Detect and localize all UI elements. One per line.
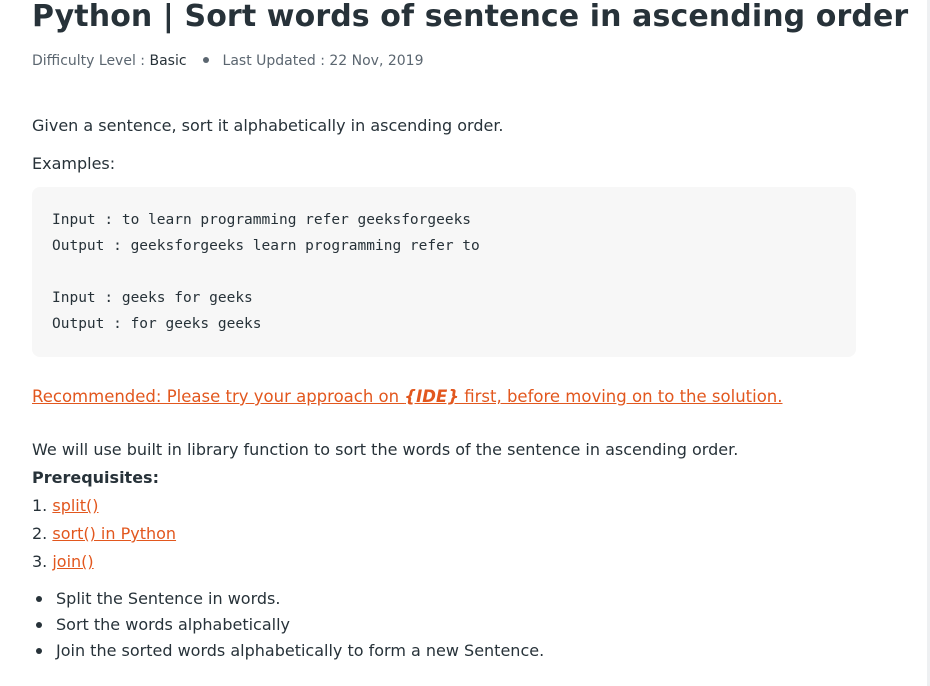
article-meta: Difficulty Level : Basic Last Updated : 2… — [32, 51, 424, 71]
updated-value: 22 Nov, 2019 — [329, 53, 424, 69]
step-text: Split the Sentence in words. — [56, 589, 281, 608]
code-line: Input : to learn programming refer geeks… — [52, 212, 472, 228]
recommended-prefix: Recommended: Please try your approach on — [32, 387, 405, 406]
intro-text: Given a sentence, sort it alphabetically… — [32, 116, 504, 135]
code-block: Input : to learn programming refer geeks… — [32, 187, 856, 357]
prereq-number: 1. — [32, 496, 53, 515]
step-text: Sort the words alphabetically — [56, 615, 291, 634]
difficulty-label: Difficulty Level : — [32, 53, 150, 69]
prereq-link-split[interactable]: split() — [52, 496, 98, 515]
separator-dot-icon — [202, 57, 209, 63]
code-line: Input : geeks for geeks — [52, 290, 253, 306]
code-line: Output : for geeks geeks — [52, 316, 262, 332]
step-text: Join the sorted words alphabetically to … — [56, 641, 545, 660]
difficulty-value[interactable]: Basic — [149, 53, 186, 69]
prereq-item: 3. join() — [32, 551, 94, 573]
prerequisites-heading: Prerequisites: — [32, 468, 159, 487]
bullet-icon — [36, 622, 42, 628]
updated-label: Last Updated : — [222, 53, 330, 69]
ide-link-text: {IDE} — [404, 387, 459, 406]
bullet-icon — [36, 596, 42, 602]
prereq-item: 1. split() — [32, 495, 99, 517]
article-title: Python | Sort words of sentence in ascen… — [32, 0, 909, 34]
prereq-number: 3. — [32, 552, 53, 571]
recommended-suffix: first, before moving on to the solution. — [458, 387, 783, 406]
prereq-number: 2. — [32, 524, 53, 543]
recommended-link[interactable]: Recommended: Please try your approach on… — [32, 387, 783, 406]
recommended-notice: Recommended: Please try your approach on… — [32, 385, 783, 409]
prereq-link-join[interactable]: join() — [52, 552, 93, 571]
prereq-item: 2. sort() in Python — [32, 523, 176, 545]
bullet-icon — [36, 648, 42, 654]
prereq-link-sort[interactable]: sort() in Python — [52, 524, 176, 543]
approach-text: We will use built in library function to… — [32, 440, 739, 459]
examples-label: Examples: — [32, 154, 116, 173]
code-line: Output : geeksforgeeks learn programming… — [52, 238, 480, 254]
